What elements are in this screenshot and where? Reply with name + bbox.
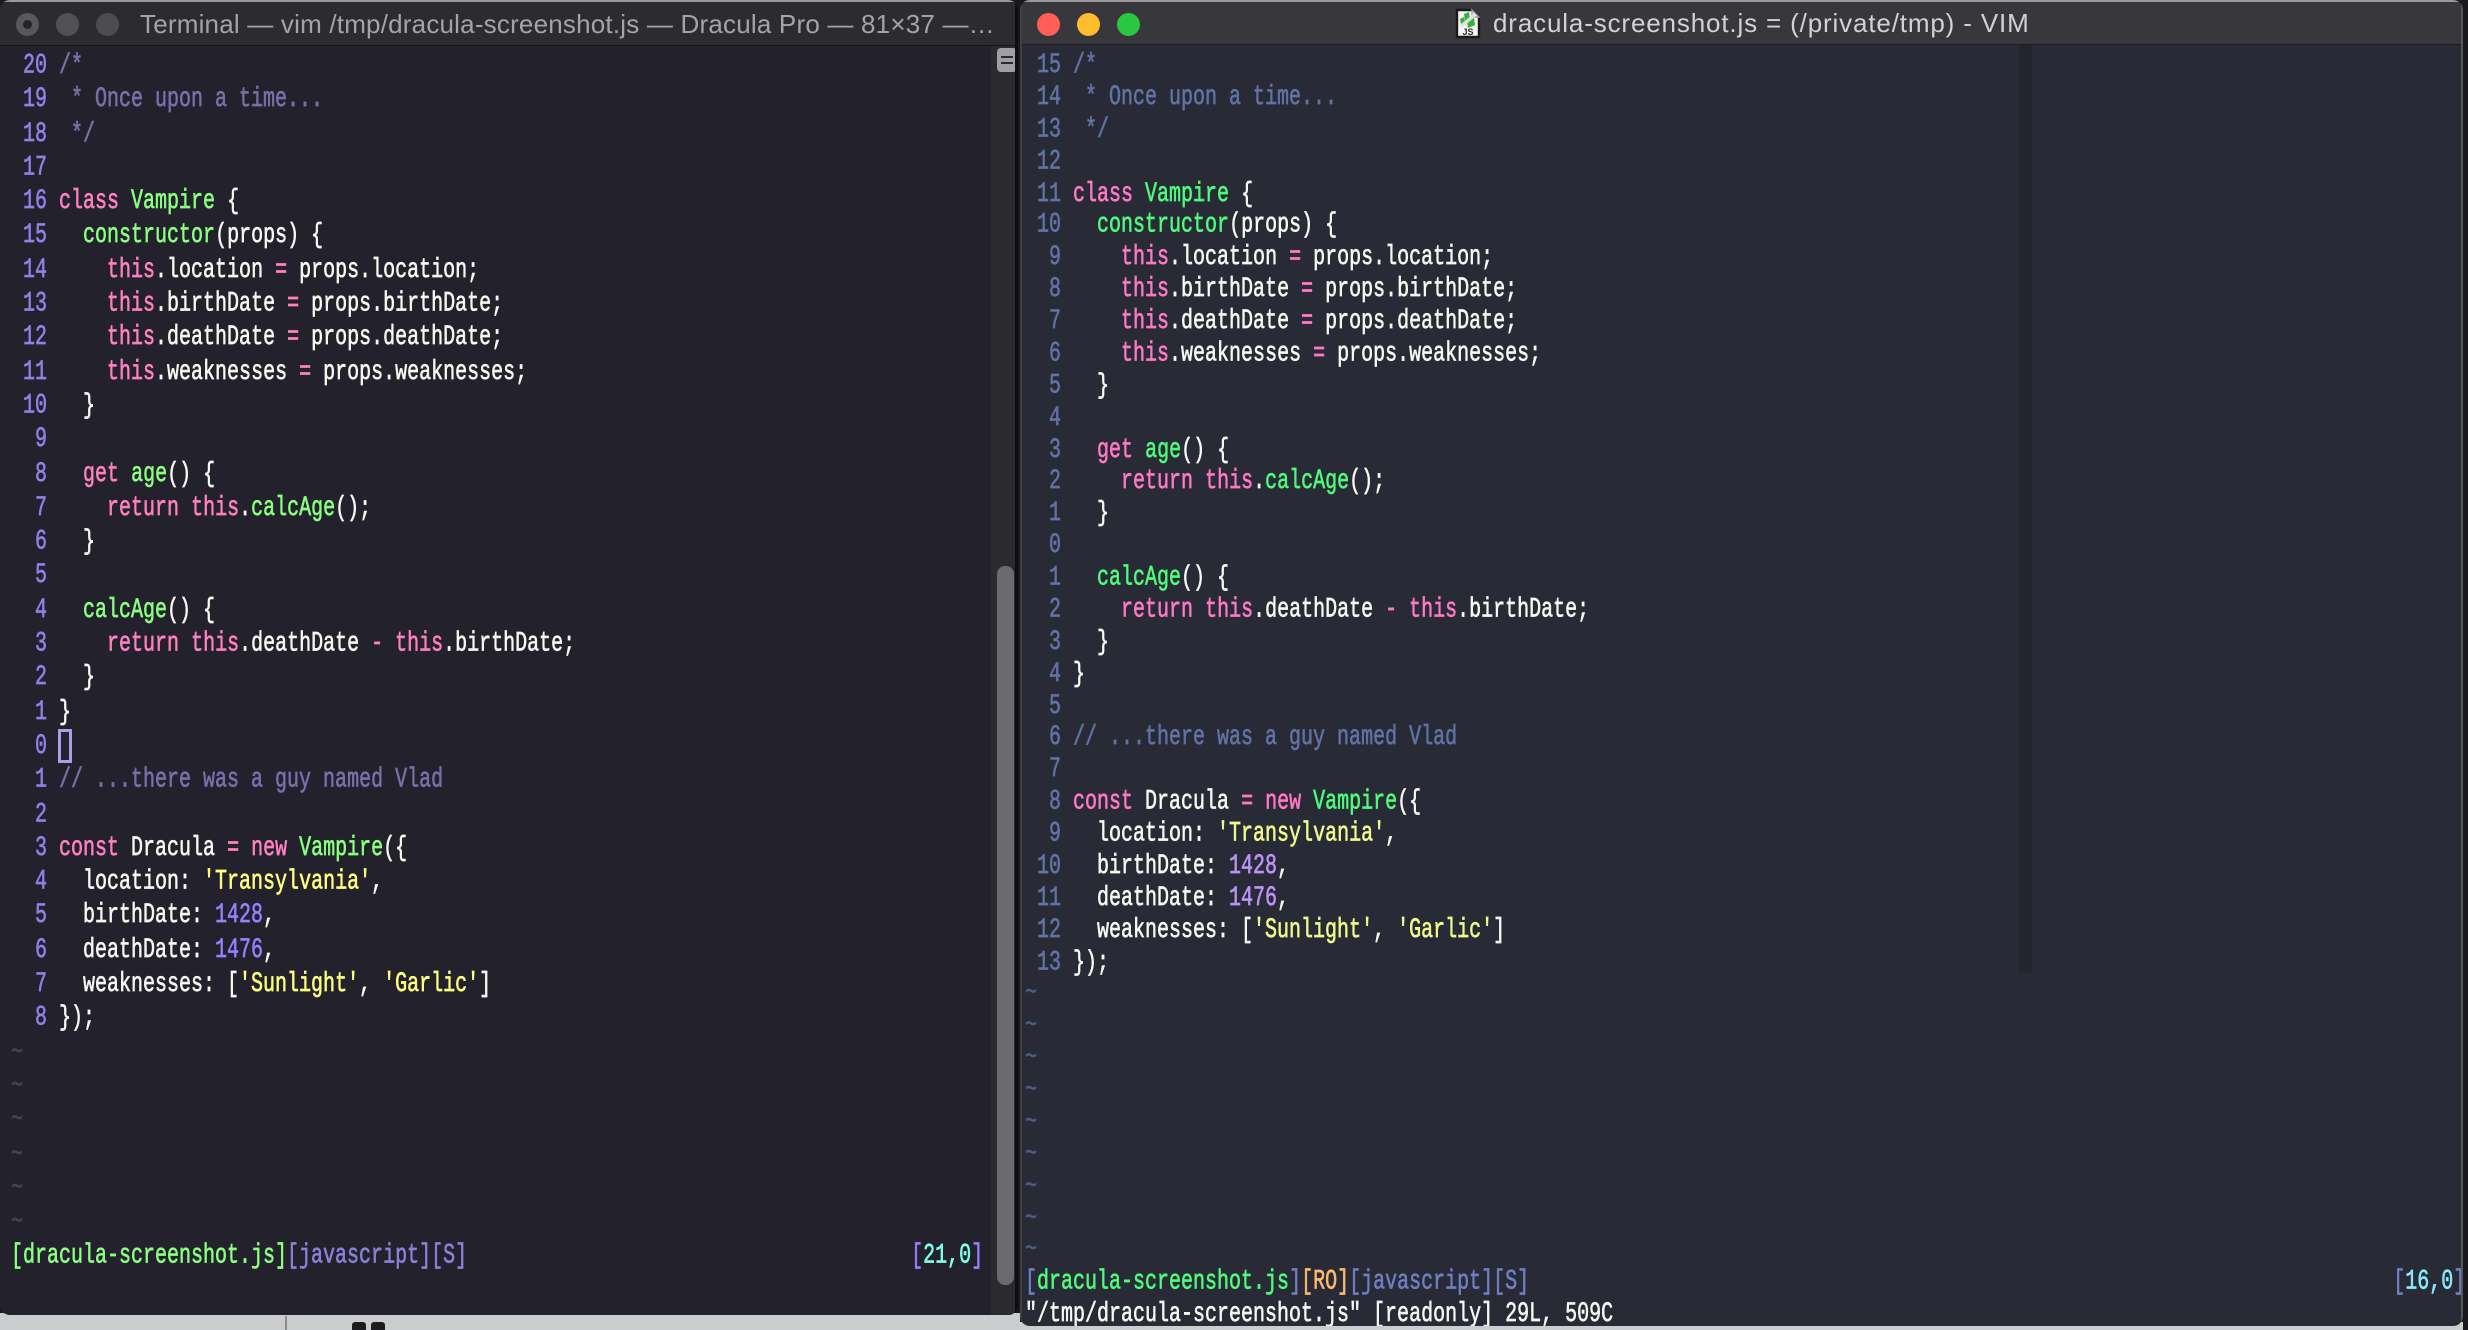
svg-text:JS: JS <box>1462 27 1473 37</box>
